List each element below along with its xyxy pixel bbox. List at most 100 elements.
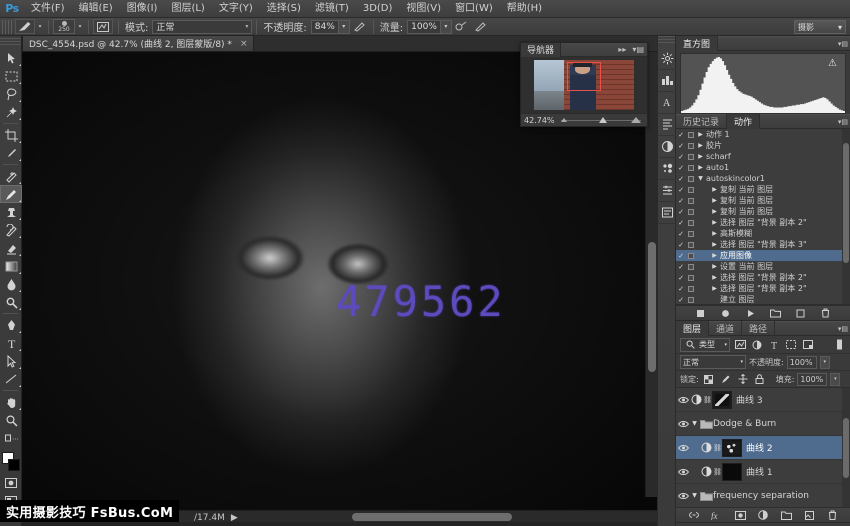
layer-row[interactable]: ⛓曲线 2 [676, 436, 850, 460]
action-dialog-toggle[interactable] [686, 143, 696, 149]
lock-image-icon[interactable] [719, 372, 733, 386]
new-action-set-icon[interactable] [769, 307, 782, 320]
action-toggle-checkbox[interactable]: ✓ [676, 263, 686, 271]
navigator-view-box[interactable] [567, 62, 601, 91]
workspace-switcher[interactable]: 摄影 ▾ [794, 20, 846, 34]
eraser-tool[interactable] [0, 239, 22, 257]
hand-tool[interactable] [0, 393, 22, 411]
color-panel-icon[interactable] [658, 136, 677, 158]
zoom-tool[interactable] [0, 411, 22, 429]
navigator-zoom-slider[interactable] [561, 114, 641, 127]
options-bar-grip[interactable] [2, 20, 12, 34]
paragraph-panel-icon[interactable] [658, 114, 677, 136]
action-dialog-toggle[interactable] [686, 297, 696, 303]
dodge-tool[interactable] [0, 293, 22, 311]
layer-mask-icon[interactable] [734, 509, 747, 522]
navigator-menu-icon[interactable]: ▾▤ [629, 45, 647, 54]
action-toggle-checkbox[interactable]: ✓ [676, 285, 686, 293]
action-toggle-checkbox[interactable]: ✓ [676, 219, 686, 227]
menu-type[interactable]: 文字(Y) [212, 0, 260, 18]
quick-selection-tool[interactable] [0, 103, 22, 121]
lock-position-icon[interactable] [736, 372, 750, 386]
dock-grip[interactable] [658, 36, 675, 44]
chevron-right-icon[interactable]: ▶ [710, 241, 719, 248]
tools-panel-grip[interactable] [0, 38, 21, 47]
layer-opacity-stepper[interactable]: ▾ [820, 356, 830, 369]
new-group-icon[interactable] [780, 509, 793, 522]
path-selection-tool[interactable] [0, 352, 22, 370]
layer-row[interactable]: ⛓曲线 1 [676, 460, 850, 484]
eye-icon[interactable] [676, 468, 690, 476]
menu-filter[interactable]: 滤镜(T) [308, 0, 356, 18]
clone-stamp-tool[interactable] [0, 203, 22, 221]
layers-list[interactable]: ⛓曲线 3▼Dodge & Burn⛓曲线 2⛓曲线 1▼frequency s… [676, 388, 850, 507]
action-row[interactable]: ✓▶auto1 [676, 162, 850, 173]
chevron-right-icon[interactable]: ▶ [696, 153, 705, 160]
action-toggle-checkbox[interactable]: ✓ [676, 153, 686, 161]
action-dialog-toggle[interactable] [686, 132, 696, 138]
status-expand-arrow-icon[interactable]: ▶ [231, 513, 238, 523]
shape-tool[interactable] [0, 370, 22, 388]
action-toggle-checkbox[interactable]: ✓ [676, 230, 686, 238]
action-dialog-toggle[interactable] [686, 154, 696, 160]
layer-thumbnail[interactable] [712, 391, 732, 409]
action-dialog-toggle[interactable] [686, 176, 696, 182]
layers-scrollbar[interactable] [842, 388, 850, 507]
navigator-tab[interactable]: 导航器 [521, 43, 561, 57]
menu-3d[interactable]: 3D(D) [356, 0, 400, 18]
eyedropper-tool[interactable] [0, 144, 22, 162]
layer-fill-input[interactable]: 100% [797, 373, 827, 386]
delete-layer-icon[interactable] [826, 509, 839, 522]
chevron-down-icon[interactable]: ▼ [696, 175, 705, 182]
edit-toolbar-button[interactable]: ⋯ [0, 429, 22, 447]
opacity-pressure-toggle[interactable] [352, 19, 367, 34]
marquee-tool[interactable] [0, 67, 22, 85]
layer-row[interactable]: ⛓曲线 3 [676, 388, 850, 412]
zoom-in-icon[interactable] [631, 117, 641, 123]
canvas-horizontal-scroll-thumb[interactable] [352, 513, 512, 521]
action-toggle-checkbox[interactable]: ✓ [676, 274, 686, 282]
brush-panel-toggle[interactable] [93, 19, 113, 34]
opacity-input[interactable]: 84% [311, 20, 339, 34]
link-layers-icon[interactable] [688, 509, 701, 522]
layer-blend-mode-select[interactable]: 正常 ▾ [680, 355, 746, 369]
navigator-zoom-value[interactable]: 42.74% [524, 116, 555, 125]
action-dialog-toggle[interactable] [686, 264, 696, 270]
action-row[interactable]: ✓▶应用图像 [676, 250, 850, 261]
move-tool[interactable] [0, 49, 22, 67]
brush-presets-icon[interactable] [658, 158, 677, 180]
delete-action-icon[interactable] [819, 307, 832, 320]
action-toggle-checkbox[interactable]: ✓ [676, 142, 686, 150]
eye-icon[interactable] [676, 396, 690, 404]
chevron-right-icon[interactable]: ▶ [710, 285, 719, 292]
layer-thumbnail[interactable] [722, 463, 742, 481]
stop-action-icon[interactable] [694, 307, 707, 320]
chevron-right-icon[interactable]: ▶ [696, 142, 705, 149]
filter-adjustment-icon[interactable] [750, 338, 764, 352]
action-row[interactable]: ✓▶设置 当前 图层 [676, 261, 850, 272]
type-tool[interactable]: T [0, 334, 22, 352]
filter-shape-icon[interactable] [784, 338, 798, 352]
actions-scrollbar[interactable] [842, 129, 850, 304]
action-dialog-toggle[interactable] [686, 198, 696, 204]
histogram-warning-icon[interactable]: ⚠ [828, 58, 837, 69]
brush-preset-picker[interactable]: 250 [53, 19, 75, 34]
filter-toggle-icon[interactable] [832, 338, 846, 352]
tab-paths[interactable]: 路径 [742, 321, 775, 336]
layer-row[interactable]: ▼frequency separation [676, 484, 850, 507]
new-adjustment-layer-icon[interactable] [757, 509, 770, 522]
action-row[interactable]: ✓▶高斯模糊 [676, 228, 850, 239]
close-icon[interactable]: × [240, 39, 248, 49]
tab-channels[interactable]: 通道 [709, 321, 742, 336]
opacity-stepper[interactable]: ▾ [339, 20, 350, 34]
mask-link-icon[interactable]: ⛓ [713, 468, 722, 476]
tab-history[interactable]: 历史记录 [676, 114, 727, 129]
canvas-vertical-scroll-thumb[interactable] [648, 242, 656, 372]
actions-menu-icon[interactable]: ▾▤ [836, 118, 850, 126]
chevron-right-icon[interactable]: ▶ [710, 219, 719, 226]
layers-scroll-thumb[interactable] [843, 418, 849, 478]
histogram-menu-icon[interactable]: ▾▤ [836, 40, 850, 48]
gradient-tool[interactable] [0, 257, 22, 275]
layer-thumbnail[interactable] [722, 439, 742, 457]
flow-input[interactable]: 100% [407, 20, 441, 34]
